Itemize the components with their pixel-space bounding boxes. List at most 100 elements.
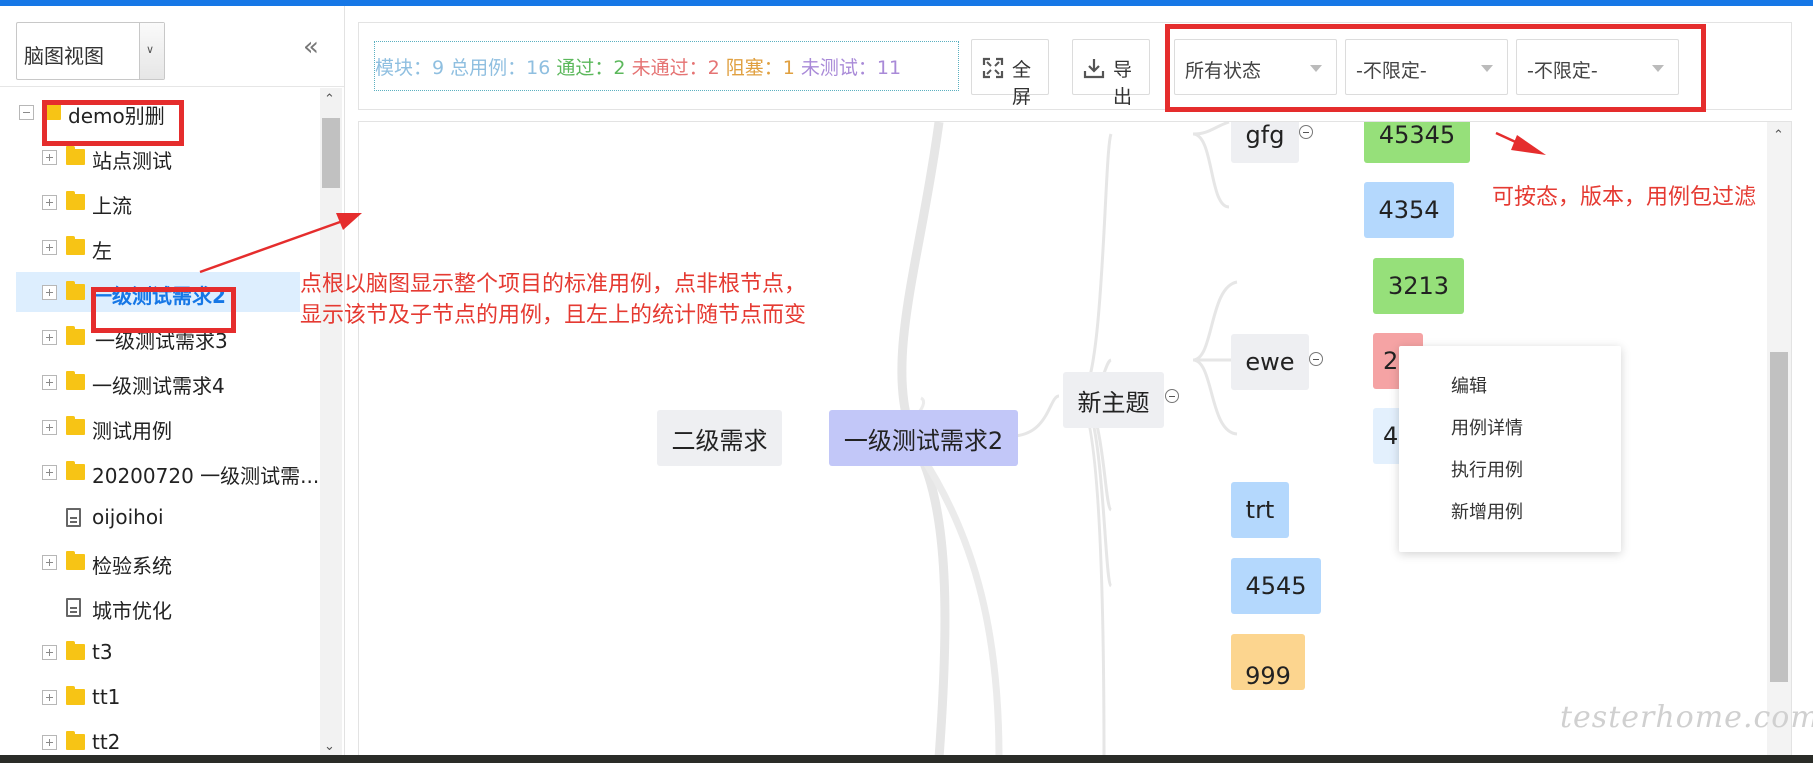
tree-item-label: oijoihoi	[92, 505, 164, 529]
tree-item[interactable]: t3	[0, 632, 305, 672]
folder-icon	[66, 371, 85, 390]
sidebar-divider	[0, 86, 344, 87]
annotation-tree-note-line1: 点根以脑图显示整个项目的标准用例，点非根节点，	[300, 272, 807, 297]
stat-modules: 模块：9	[375, 56, 445, 79]
view-mode-label: 脑图视图	[24, 44, 104, 68]
tree-scrollbar[interactable]: ⌃ ⌄	[320, 88, 342, 758]
mindmap-node-45345[interactable]: 45345	[1364, 122, 1470, 163]
mindmap-node-topic[interactable]: 新主题	[1063, 372, 1164, 428]
chevron-down-icon[interactable]: ∨	[139, 23, 164, 79]
tree-item-label: 20200720 一级测试需...	[92, 464, 320, 488]
stat-untested: 未测试：11	[800, 56, 902, 79]
tree-item-label: 检验系统	[92, 554, 172, 578]
expand-toggle-icon[interactable]	[42, 645, 57, 660]
scroll-up-icon[interactable]: ⌃	[1773, 128, 1784, 143]
mindmap-node-4545[interactable]: 4545	[1231, 558, 1321, 614]
mindmap-node-root[interactable]: 一级测试需求2	[829, 410, 1018, 466]
scroll-up-icon[interactable]: ⌃	[324, 92, 335, 107]
tree-item-label: 一级测试需求4	[92, 374, 225, 398]
expand-toggle-icon[interactable]	[42, 735, 57, 750]
expand-toggle-icon[interactable]	[42, 555, 57, 570]
bottom-bar	[0, 755, 1813, 763]
tree-item-label: t3	[92, 640, 113, 664]
mindmap-node-parent[interactable]: 二级需求	[657, 410, 782, 466]
tree-item[interactable]: tt1	[0, 677, 305, 717]
mindmap-canvas[interactable]: 二级需求 一级测试需求2 新主题 gfg 45345 4354 ewe 3213…	[358, 121, 1792, 757]
tree-item-label: 城市优化	[92, 599, 172, 623]
tree-item[interactable]: 检验系统	[0, 542, 305, 582]
annotation-box-child	[91, 287, 236, 333]
folder-icon	[66, 281, 85, 300]
fullscreen-button[interactable]: 全屏	[971, 39, 1049, 108]
tree-item-label: tt2	[92, 730, 121, 754]
scrollbar-thumb[interactable]	[322, 118, 340, 188]
expand-toggle-icon[interactable]	[42, 240, 57, 255]
download-icon	[1083, 59, 1105, 79]
tree-item-label: 上流	[92, 194, 132, 218]
collapse-node-icon[interactable]	[1309, 352, 1323, 366]
mindmap-node-4354[interactable]: 4354	[1364, 182, 1454, 238]
collapse-node-icon[interactable]	[1299, 125, 1313, 139]
tree-item[interactable]: 上流	[0, 182, 305, 222]
context-menu-execute-case[interactable]: 执行用例	[1451, 456, 1523, 482]
folder-icon	[66, 641, 85, 660]
context-menu: 编辑 用例详情 执行用例 新增用例	[1399, 346, 1621, 552]
tree-item-label: tt1	[92, 685, 121, 709]
annotation-box-root	[42, 100, 184, 146]
tree-item[interactable]: tt2	[0, 722, 305, 758]
watermark-text: testerhome.com	[1560, 700, 1813, 735]
folder-icon	[66, 551, 85, 570]
scroll-down-icon[interactable]: ⌄	[324, 739, 335, 754]
expand-toggle-icon[interactable]	[42, 690, 57, 705]
tree-item[interactable]: 20200720 一级测试需...	[0, 452, 319, 492]
folder-icon	[66, 686, 85, 705]
scrollbar-thumb[interactable]	[1770, 352, 1788, 682]
file-icon	[66, 508, 81, 527]
context-menu-add-case[interactable]: 新增用例	[1451, 498, 1523, 524]
collapse-toggle-icon[interactable]	[19, 105, 34, 120]
expand-toggle-icon[interactable]	[42, 420, 57, 435]
expand-toggle-icon[interactable]	[42, 195, 57, 210]
double-chevron-left-icon[interactable]: «	[303, 34, 319, 60]
stat-failed: 未通过：2	[631, 56, 720, 79]
mindmap-node-ewe[interactable]: ewe	[1231, 334, 1309, 390]
requirement-tree: demo别删 站点测试 上流 左 一级测试需求2 一级测试需求3 一级测试需求4…	[0, 88, 320, 758]
context-menu-case-detail[interactable]: 用例详情	[1451, 414, 1523, 440]
collapse-node-icon[interactable]	[1165, 389, 1179, 403]
tree-item[interactable]: oijoihoi	[0, 497, 305, 537]
folder-icon	[66, 236, 85, 255]
mindmap-node-trt[interactable]: trt	[1231, 482, 1289, 538]
view-mode-select[interactable]: 脑图视图 ∨	[16, 22, 165, 80]
annotation-box-filters	[1165, 24, 1706, 112]
tree-item[interactable]: 测试用例	[0, 407, 305, 447]
stat-total: 总用例：16	[450, 56, 551, 79]
expand-toggle-icon[interactable]	[42, 330, 57, 345]
folder-icon	[66, 146, 85, 165]
canvas-scrollbar[interactable]: ⌃	[1767, 122, 1791, 756]
tree-item-label: 测试用例	[92, 419, 172, 443]
file-icon	[66, 598, 81, 617]
context-menu-edit[interactable]: 编辑	[1451, 372, 1487, 398]
tree-item[interactable]: 一级测试需求4	[0, 362, 305, 402]
expand-toggle-icon[interactable]	[42, 150, 57, 165]
stat-passed: 通过：2	[556, 56, 626, 79]
folder-icon	[66, 191, 85, 210]
expand-toggle-icon[interactable]	[42, 375, 57, 390]
mindmap-node-bottom[interactable]: 999	[1231, 634, 1305, 690]
tree-item-label: 站点测试	[92, 149, 172, 173]
export-button[interactable]: 导出	[1072, 39, 1150, 108]
fullscreen-icon	[982, 57, 1004, 79]
tree-item[interactable]: 城市优化	[0, 587, 305, 627]
folder-icon	[66, 416, 85, 435]
folder-icon	[66, 326, 85, 345]
fullscreen-label: 全屏	[1012, 59, 1032, 108]
tree-item[interactable]: 左	[0, 227, 305, 267]
mindmap-node-3213[interactable]: 3213	[1373, 258, 1464, 314]
annotation-tree-note-line2: 显示该节及子节点的用例，且左上的统计随节点而变	[300, 303, 807, 328]
tree-item-label: 左	[92, 239, 112, 263]
mindmap-node-gfg[interactable]: gfg	[1231, 122, 1299, 163]
export-label: 导出	[1113, 59, 1133, 108]
case-statistics: 模块：9 总用例：16 通过：2 未通过：2 阻塞：1 未测试：11	[374, 41, 959, 91]
expand-toggle-icon[interactable]	[42, 465, 57, 480]
expand-toggle-icon[interactable]	[42, 285, 57, 300]
